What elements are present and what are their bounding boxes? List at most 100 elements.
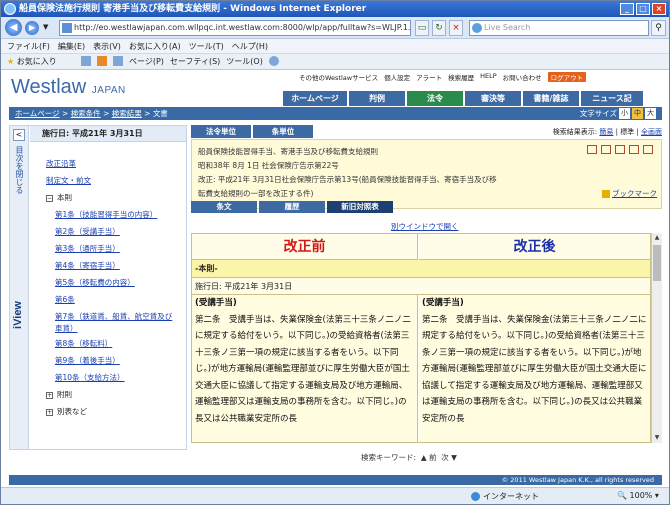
font-medium-button[interactable]: 中 (632, 108, 643, 119)
minimize-button[interactable]: _ (620, 3, 634, 15)
keyword-nav: 検索キーワード: ▲ 前 次 ▼ (361, 453, 457, 462)
security-zone: インターネット (471, 491, 539, 502)
browser-window: 船員保険法施行規則 寄港手当及び移転費支給規則 - Windows Intern… (0, 0, 670, 505)
address-bar[interactable]: http://eo.westlawjapan.com.wllpqc.int.we… (59, 20, 411, 36)
menu-view[interactable]: 表示(V) (93, 41, 121, 52)
close-toc-link[interactable]: 目次を閉じる (14, 146, 25, 194)
search-input[interactable]: Live Search (469, 20, 649, 36)
article-before: (受講手当) 第二条 受講手当は、失業保険金(法第三十三条ノ二ノ二に規定する給付… (192, 295, 418, 442)
toc-list: 改正沿革 制定文・前文 − 本則 第1条（技能習得手当の内容） 第2条（受講手当）… (46, 158, 174, 423)
maximize-button[interactable]: □ (636, 3, 650, 15)
command-bar: ★ お気に入り ページ(P) セーフティ(S) ツール(O) (1, 54, 669, 70)
menu-tools[interactable]: ツール(T) (189, 41, 224, 52)
scroll-down-icon[interactable]: ▼ (652, 433, 662, 443)
display-standard: 標準 (620, 128, 635, 136)
tab-article-unit[interactable]: 条単位 (253, 125, 313, 138)
logout-button[interactable]: ログアウト (547, 72, 587, 82)
prev-keyword-button[interactable]: ▲ 前 (421, 453, 437, 462)
tools-menu[interactable]: ツール(O) (226, 56, 263, 67)
toc-item[interactable]: + 別表など (46, 406, 174, 423)
tab-text[interactable]: 条文 (191, 201, 257, 213)
menu-favorites[interactable]: お気に入り(A) (129, 41, 181, 52)
favorites-button[interactable]: ★ お気に入り (7, 56, 57, 67)
collapsed-icon[interactable]: + (46, 408, 53, 416)
menu-edit[interactable]: 編集(E) (58, 41, 85, 52)
alert-link[interactable]: アラート (416, 72, 442, 82)
toc-item[interactable]: 第7条（鉄道賃、船賃、航空賃及び車賃） (46, 311, 174, 338)
tab-law-unit[interactable]: 法令単位 (191, 125, 251, 138)
main-nav: ホームページ 判例 法令 審決等 書籍/雑誌 ニュース記事 (283, 91, 643, 118)
help-icon[interactable] (268, 56, 279, 66)
contact-link[interactable]: お問い合わせ (503, 72, 542, 82)
utility-links: その他のWestlawサービス 個人設定 アラート 検索履歴 HELP お問い合… (299, 72, 587, 82)
bookmark-link[interactable]: ブックマーク (601, 188, 657, 199)
toc-item[interactable]: − 本則 (46, 192, 174, 209)
stop-icon[interactable]: × (449, 20, 463, 36)
other-services-link[interactable]: その他のWestlawサービス (299, 72, 378, 82)
tab-comparison[interactable]: 新旧対照表 (327, 201, 393, 213)
scroll-thumb[interactable] (653, 245, 661, 281)
next-keyword-button[interactable]: 次 ▼ (441, 453, 457, 462)
toc-item[interactable]: 第3条（通所手当） (46, 243, 174, 260)
open-external-icon[interactable] (643, 145, 653, 154)
zoom-level[interactable]: 🔍 100% ▾ (617, 491, 659, 500)
display-simple-link[interactable]: 簡易 (599, 128, 613, 136)
westlaw-logo[interactable]: Westlaw JAPAN (11, 76, 126, 99)
back-button[interactable]: ◀ (5, 19, 22, 36)
nav-decisions[interactable]: 審決等 (465, 91, 521, 106)
add-folder-icon[interactable] (615, 145, 625, 154)
toc-item[interactable]: 第5条（移転費の内容） (46, 277, 174, 294)
forward-button[interactable]: ▶ (25, 21, 39, 35)
collapse-toc-button[interactable]: < (13, 129, 25, 141)
scroll-up-icon[interactable]: ▲ (652, 233, 662, 243)
toc-item[interactable]: 第10条（支給方法） (46, 372, 174, 389)
collapsed-icon[interactable]: + (46, 391, 53, 399)
nav-statutes[interactable]: 法令 (407, 91, 463, 106)
toc-item[interactable]: 第6条 (46, 294, 174, 311)
effective-date-heading: 施行日: 平成21年 3月31日 (30, 126, 186, 142)
search-go-icon[interactable]: ⚲ (651, 20, 666, 36)
nav-home[interactable]: ホームページ (283, 91, 347, 106)
crumb-home[interactable]: ホームページ (15, 109, 60, 118)
vertical-scrollbar[interactable]: ▲ ▼ (651, 233, 662, 443)
help-link[interactable]: HELP (480, 72, 497, 82)
tab-history[interactable]: 履歴 (259, 201, 325, 213)
crumb-search-criteria[interactable]: 検索条件 (71, 109, 101, 118)
nav-cases[interactable]: 判例 (349, 91, 405, 106)
history-link[interactable]: 検索履歴 (448, 72, 474, 82)
refresh-icon[interactable]: ↻ (432, 20, 446, 36)
menu-help[interactable]: ヘルプ(H) (232, 41, 268, 52)
crumb-results[interactable]: 検索結果 (112, 109, 142, 118)
page-menu[interactable]: ページ(P) (129, 56, 164, 67)
toc-item[interactable]: 第9条（着後手当） (46, 355, 174, 372)
print-doc-icon[interactable] (587, 145, 597, 154)
history-dropdown-icon[interactable]: ▼ (43, 23, 48, 31)
settings-link[interactable]: 個人設定 (384, 72, 410, 82)
print-icon[interactable] (113, 56, 123, 66)
toc-item[interactable]: 第4条（寄宿手当） (46, 260, 174, 277)
feeds-icon[interactable] (97, 56, 107, 66)
toc-item[interactable]: 第2条（受講手当） (46, 226, 174, 243)
toc-item[interactable]: 第8条（移転料） (46, 338, 174, 355)
display-fullscreen-link[interactable]: 全画面 (641, 128, 662, 136)
nav-books[interactable]: 書籍/雑誌 (523, 91, 579, 106)
font-large-button[interactable]: 大 (645, 108, 656, 119)
close-window-button[interactable]: × (652, 3, 666, 15)
safety-menu[interactable]: セーフティ(S) (170, 56, 220, 67)
toc-item[interactable]: 制定文・前文 (46, 175, 174, 192)
expanded-icon[interactable]: − (46, 194, 53, 202)
home-icon[interactable] (81, 56, 91, 66)
toc-item[interactable]: 改正沿革 (46, 158, 174, 175)
email-icon[interactable] (629, 145, 639, 154)
crumb-document: 文書 (152, 109, 168, 118)
menu-file[interactable]: ファイル(F) (7, 41, 50, 52)
compat-icon[interactable]: ▭ (415, 20, 429, 36)
page-icon (62, 23, 72, 33)
download-icon[interactable] (601, 145, 611, 154)
toc-item[interactable]: + 附則 (46, 389, 174, 406)
nav-news[interactable]: ニュース記事 (581, 91, 643, 118)
font-small-button[interactable]: 小 (619, 108, 630, 119)
open-new-window-link[interactable]: 別ウインドウで開く (391, 221, 459, 232)
before-heading: 改正前 (192, 234, 418, 260)
toc-item[interactable]: 第1条（技能習得手当の内容） (46, 209, 174, 226)
